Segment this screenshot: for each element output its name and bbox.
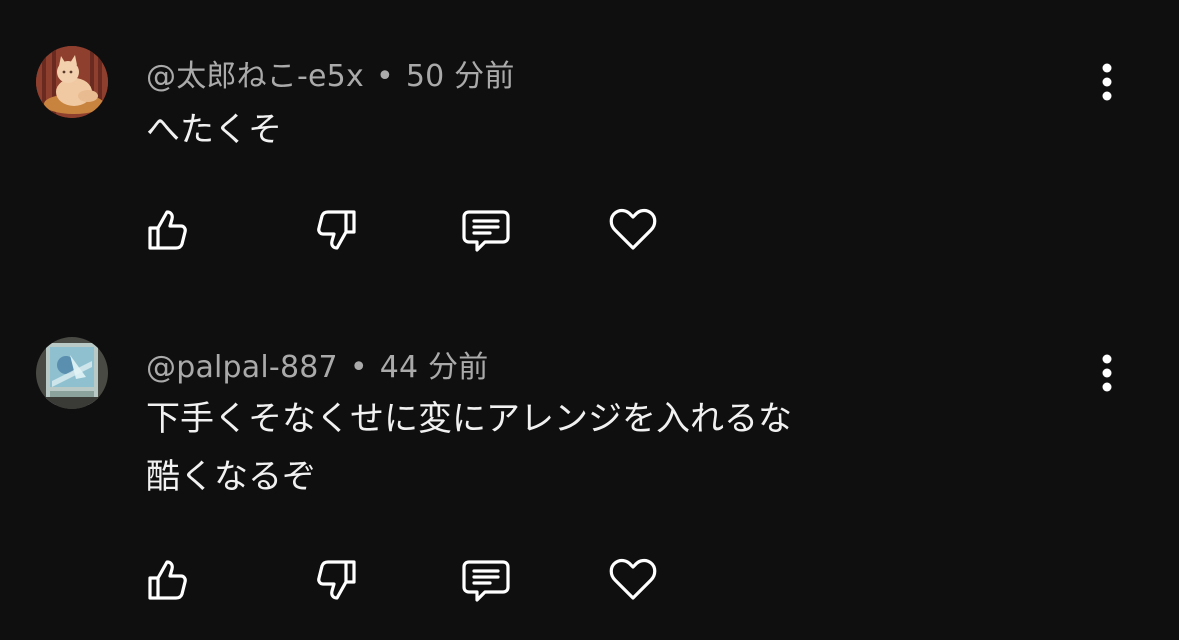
- meta-separator: •: [349, 350, 368, 385]
- card-art-avatar-icon: [36, 337, 108, 409]
- author-name[interactable]: @太郎ねこ-e5x: [146, 59, 364, 94]
- comment-item: @palpal-887 • 44 分前 下手くそなくせに変にアレンジを入れるな 酷く…: [0, 300, 1179, 640]
- reply-icon: [462, 210, 510, 252]
- comment-time: 50 分前: [405, 59, 515, 94]
- heart-button[interactable]: [603, 550, 663, 610]
- comment-line: 酷くなるぞ: [146, 457, 316, 497]
- reply-button[interactable]: [456, 550, 516, 610]
- comment-actions: [0, 550, 1179, 610]
- comment-meta: @palpal-887 • 44 分前: [146, 342, 488, 386]
- comment-text: へたくそ: [146, 101, 282, 159]
- comment-meta: @太郎ねこ-e5x • 50 分前: [146, 51, 515, 95]
- thumbs-up-icon: [148, 210, 187, 250]
- comment-line: へたくそ: [146, 110, 282, 150]
- thumbs-down-icon: [317, 210, 356, 250]
- more-button[interactable]: [1086, 347, 1128, 399]
- more-vert-icon: [1102, 63, 1112, 101]
- more-button[interactable]: [1086, 56, 1128, 108]
- reply-button[interactable]: [456, 200, 516, 260]
- heart-icon: [609, 208, 657, 250]
- dislike-button[interactable]: [308, 200, 368, 260]
- thumbs-down-icon: [317, 560, 356, 600]
- heart-button[interactable]: [603, 200, 663, 260]
- comment-time: 44 分前: [379, 350, 489, 385]
- comments-list: @太郎ねこ-e5x • 50 分前 へたくそ @palpal-887 • 44 …: [0, 0, 1179, 640]
- reply-icon: [462, 560, 510, 602]
- comment-line: 下手くそなくせに変にアレンジを入れるな: [146, 399, 792, 439]
- like-button[interactable]: [136, 550, 196, 610]
- comment-actions: [0, 200, 1179, 260]
- comment-text: 下手くそなくせに変にアレンジを入れるな 酷くなるぞ: [146, 390, 792, 506]
- thumbs-up-icon: [148, 560, 187, 600]
- like-button[interactable]: [136, 200, 196, 260]
- cat-photo-avatar-icon: [36, 46, 108, 118]
- dislike-button[interactable]: [308, 550, 368, 610]
- meta-separator: •: [375, 59, 394, 94]
- comment-item: @太郎ねこ-e5x • 50 分前 へたくそ: [0, 0, 1179, 300]
- avatar[interactable]: [36, 46, 108, 118]
- author-name[interactable]: @palpal-887: [146, 350, 338, 385]
- avatar[interactable]: [36, 337, 108, 409]
- heart-icon: [609, 558, 657, 600]
- more-vert-icon: [1102, 354, 1112, 392]
